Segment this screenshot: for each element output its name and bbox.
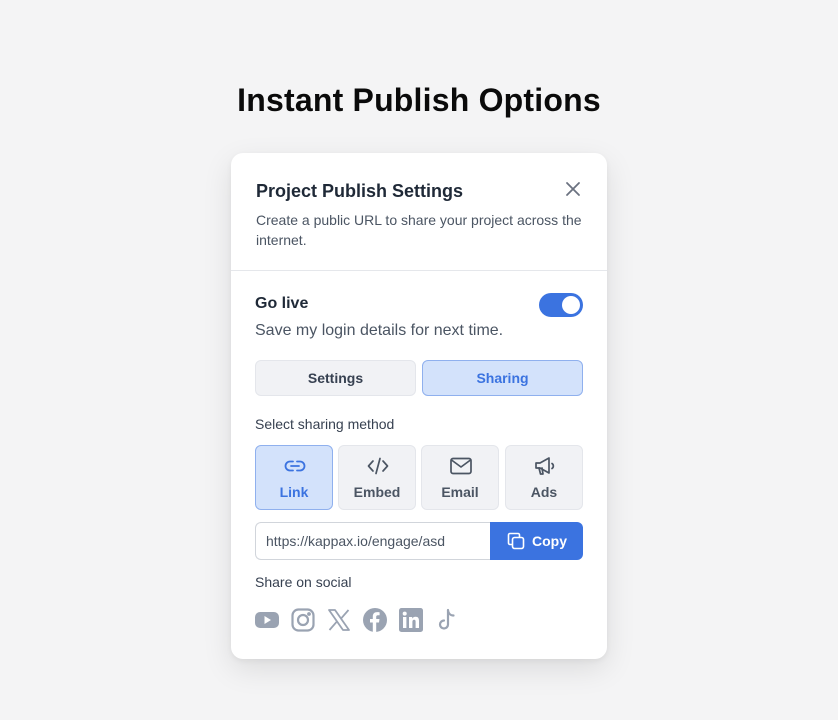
method-ads-label: Ads <box>530 484 558 500</box>
x-icon[interactable] <box>327 608 351 632</box>
instagram-icon[interactable] <box>291 608 315 632</box>
mail-icon <box>449 455 473 477</box>
divider <box>231 270 607 271</box>
publish-settings-modal: Project Publish Settings Create a public… <box>231 153 607 659</box>
method-email-label: Email <box>441 484 479 500</box>
share-url-row: Copy <box>255 522 583 560</box>
social-icons-row <box>255 607 459 633</box>
close-icon[interactable] <box>563 179 583 199</box>
modal-description: Create a public URL to share your projec… <box>256 212 582 248</box>
copy-button[interactable]: Copy <box>490 522 583 560</box>
page-title: Instant Publish Options <box>237 82 601 118</box>
go-live-toggle[interactable] <box>539 293 583 317</box>
sharing-method-label: Select sharing method <box>255 416 395 432</box>
link-icon <box>283 455 307 477</box>
share-social-label: Share on social <box>255 574 352 590</box>
method-link-label: Link <box>279 484 309 500</box>
tab-sharing[interactable]: Sharing <box>422 360 583 396</box>
tab-settings[interactable]: Settings <box>255 360 416 396</box>
megaphone-icon <box>533 455 557 477</box>
code-icon <box>366 455 390 477</box>
tiktok-icon[interactable] <box>435 608 459 632</box>
toggle-knob <box>562 296 580 314</box>
copy-icon <box>507 532 525 550</box>
go-live-title: Go live <box>255 295 309 312</box>
copy-label: Copy <box>532 533 567 549</box>
method-email-button[interactable]: Email <box>421 445 499 510</box>
method-embed-button[interactable]: Embed <box>338 445 416 510</box>
share-url-input[interactable] <box>255 522 495 560</box>
linkedin-icon[interactable] <box>399 608 423 632</box>
method-link-button[interactable]: Link <box>255 445 333 510</box>
method-embed-label: Embed <box>353 484 401 500</box>
method-ads-button[interactable]: Ads <box>505 445 583 510</box>
modal-header: Project Publish Settings Create a public… <box>231 153 607 271</box>
modal-title: Project Publish Settings <box>256 181 464 201</box>
facebook-icon[interactable] <box>363 608 387 632</box>
go-live-subtitle: Save my login details for next time. <box>255 322 504 339</box>
youtube-icon[interactable] <box>255 608 279 632</box>
